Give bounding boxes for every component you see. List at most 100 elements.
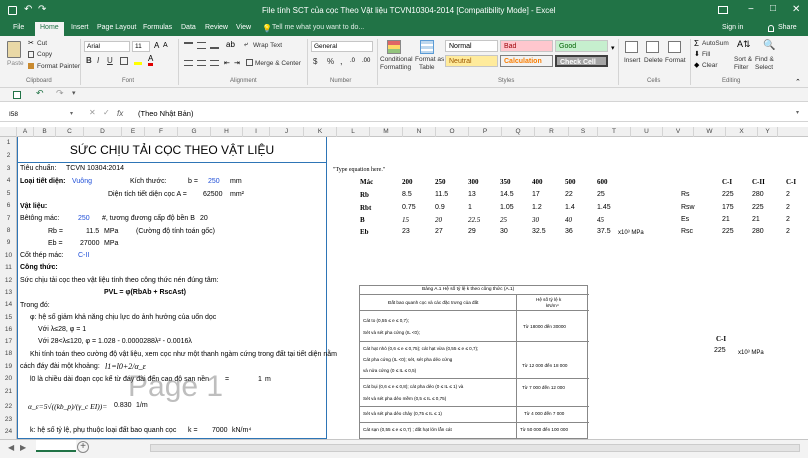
steel-cell-rsw[interactable]: 2 (786, 204, 790, 211)
row-header-18[interactable]: 18 (0, 350, 17, 357)
steel-cell-rsw[interactable]: 175 (722, 204, 734, 211)
row-header-14[interactable]: 14 (0, 301, 17, 308)
tab-review[interactable]: Review (205, 24, 228, 31)
qat-undo-icon[interactable]: ↶ (36, 88, 44, 99)
table-a1-image[interactable]: Bảng A.1 Hệ số tỷ lệ k theo công thức (A… (359, 285, 589, 439)
autosum-button[interactable]: AutoSum (702, 40, 729, 47)
row-header-5[interactable]: 5 (0, 190, 17, 197)
prev-sheet-icon[interactable]: ◀ (8, 443, 14, 452)
column-header-y[interactable]: Y (758, 127, 778, 137)
format-painter-button[interactable]: Format Painter (37, 63, 80, 70)
style-check-cell[interactable]: Check Cell (555, 55, 608, 67)
row-header-11[interactable]: 11 (0, 264, 17, 271)
grade-cell-eb[interactable]: 36 (565, 228, 573, 235)
column-header-f[interactable]: F (145, 127, 178, 137)
underline-button[interactable]: U (107, 56, 113, 65)
font-name-select[interactable]: Arial (84, 41, 130, 52)
column-header-d[interactable]: D (84, 127, 122, 137)
redo-icon[interactable]: ↷ (38, 4, 46, 15)
row-header-23[interactable]: 23 (0, 416, 17, 423)
comma-button[interactable]: , (340, 56, 343, 66)
increase-decimal-icon[interactable]: .0 (350, 58, 355, 64)
qat-customize-icon[interactable]: ▾ (72, 89, 76, 97)
expand-formula-bar-icon[interactable]: ▾ (796, 109, 799, 116)
row-header-8[interactable]: 8 (0, 227, 17, 234)
format-cells-button[interactable]: Format (665, 57, 686, 64)
row-header-2[interactable]: 2 (0, 152, 17, 159)
steel-cell-rsw[interactable]: 225 (752, 204, 764, 211)
restore-button[interactable]: □ (770, 3, 776, 14)
orientation-icon[interactable]: ab (226, 40, 235, 49)
line-23-value[interactable]: 7000 (212, 427, 228, 434)
sort-filter-line2[interactable]: Filter (734, 64, 748, 71)
column-header-o[interactable]: O (436, 127, 469, 137)
align-bottom-icon[interactable] (210, 42, 219, 49)
row-header-6[interactable]: 6 (0, 202, 17, 209)
grade-cell-eb[interactable]: 23 (402, 228, 410, 235)
grade-cell-rb[interactable]: 8.5 (402, 191, 412, 198)
steel-cell-rs[interactable]: 280 (752, 191, 764, 198)
row-header-3[interactable]: 3 (0, 165, 17, 172)
column-header-k[interactable]: K (304, 127, 337, 137)
steel-cell-es[interactable]: 2 (786, 216, 790, 223)
grade-cell-rbt[interactable]: 1.45 (597, 204, 611, 211)
row-header-4[interactable]: 4 (0, 177, 17, 184)
sheet-tab-active[interactable] (36, 440, 76, 452)
row-header-15[interactable]: 15 (0, 314, 17, 321)
find-select-line1[interactable]: Find & (755, 56, 774, 63)
steel-cell-rsc[interactable]: 225 (722, 228, 734, 235)
row-header-1[interactable]: 1 (0, 139, 17, 146)
decrease-indent-icon[interactable]: ⇤ (224, 59, 230, 67)
column-header-m[interactable]: M (370, 127, 403, 137)
sign-in-link[interactable]: Sign in (722, 24, 743, 31)
grade-cell-rb[interactable]: 25 (597, 191, 605, 198)
copy-button[interactable]: Copy (37, 51, 52, 58)
column-header-j[interactable]: J (270, 127, 304, 137)
grade-cell-rb[interactable]: 11.5 (435, 191, 448, 198)
tab-home[interactable]: Home (35, 22, 64, 36)
grade-cell-rb[interactable]: 22 (565, 191, 573, 198)
decrease-decimal-icon[interactable]: .00 (362, 58, 370, 64)
row-header-16[interactable]: 16 (0, 326, 17, 333)
column-header-u[interactable]: U (631, 127, 663, 137)
fill-color-icon[interactable] (134, 57, 142, 65)
grade-cell-b[interactable]: 20 (435, 216, 442, 224)
column-header-g[interactable]: G (178, 127, 211, 137)
bold-button[interactable]: B (86, 56, 92, 65)
rb-value[interactable]: 11.5 (86, 228, 99, 235)
format-as-table-line2[interactable]: Table (419, 64, 435, 71)
dien-tich-value[interactable]: 62500 (203, 191, 222, 198)
align-middle-icon[interactable] (197, 42, 206, 49)
align-right-icon[interactable] (210, 60, 219, 66)
clear-button[interactable]: Clear (702, 62, 718, 69)
eb-value[interactable]: 27000 (80, 240, 99, 247)
steel-cell-rsc[interactable]: 2 (786, 228, 790, 235)
font-size-select[interactable]: 11 (132, 41, 150, 52)
name-box[interactable]: I58 (6, 109, 66, 120)
grade-cell-rbt[interactable]: 0.9 (435, 204, 445, 211)
tab-formulas[interactable]: Formulas (143, 24, 172, 31)
conditional-formatting-line1[interactable]: Conditional (380, 56, 413, 63)
steel-cell-es[interactable]: 21 (752, 216, 760, 223)
sort-filter-line1[interactable]: Sort & (734, 56, 752, 63)
style-good[interactable]: Good (555, 40, 608, 52)
loai-tiet-dien-value[interactable]: Vuông (72, 178, 92, 185)
qat-save-icon[interactable] (13, 91, 21, 99)
tab-data[interactable]: Data (181, 24, 196, 31)
b-value[interactable]: 250 (208, 178, 220, 185)
ci2-value[interactable]: 225 (714, 347, 726, 354)
column-header-b[interactable]: B (34, 127, 56, 137)
align-left-icon[interactable] (184, 60, 193, 66)
cot-thep-value[interactable]: C-II (78, 252, 89, 259)
grade-cell-b[interactable]: 30 (532, 216, 539, 224)
save-icon[interactable] (8, 6, 17, 15)
next-sheet-icon[interactable]: ▶ (20, 443, 26, 452)
grade-cell-rbt[interactable]: 1.05 (500, 204, 514, 211)
conditional-formatting-line2[interactable]: Formatting (380, 64, 411, 71)
delete-cells-button[interactable]: Delete (644, 57, 663, 64)
grade-cell-eb[interactable]: 27 (435, 228, 443, 235)
grade-cell-rbt[interactable]: 0.75 (402, 204, 416, 211)
type-equation-placeholder[interactable]: "Type equation here." (333, 167, 385, 173)
row-header-10[interactable]: 10 (0, 252, 17, 259)
style-neutral[interactable]: Neutral (445, 55, 498, 67)
